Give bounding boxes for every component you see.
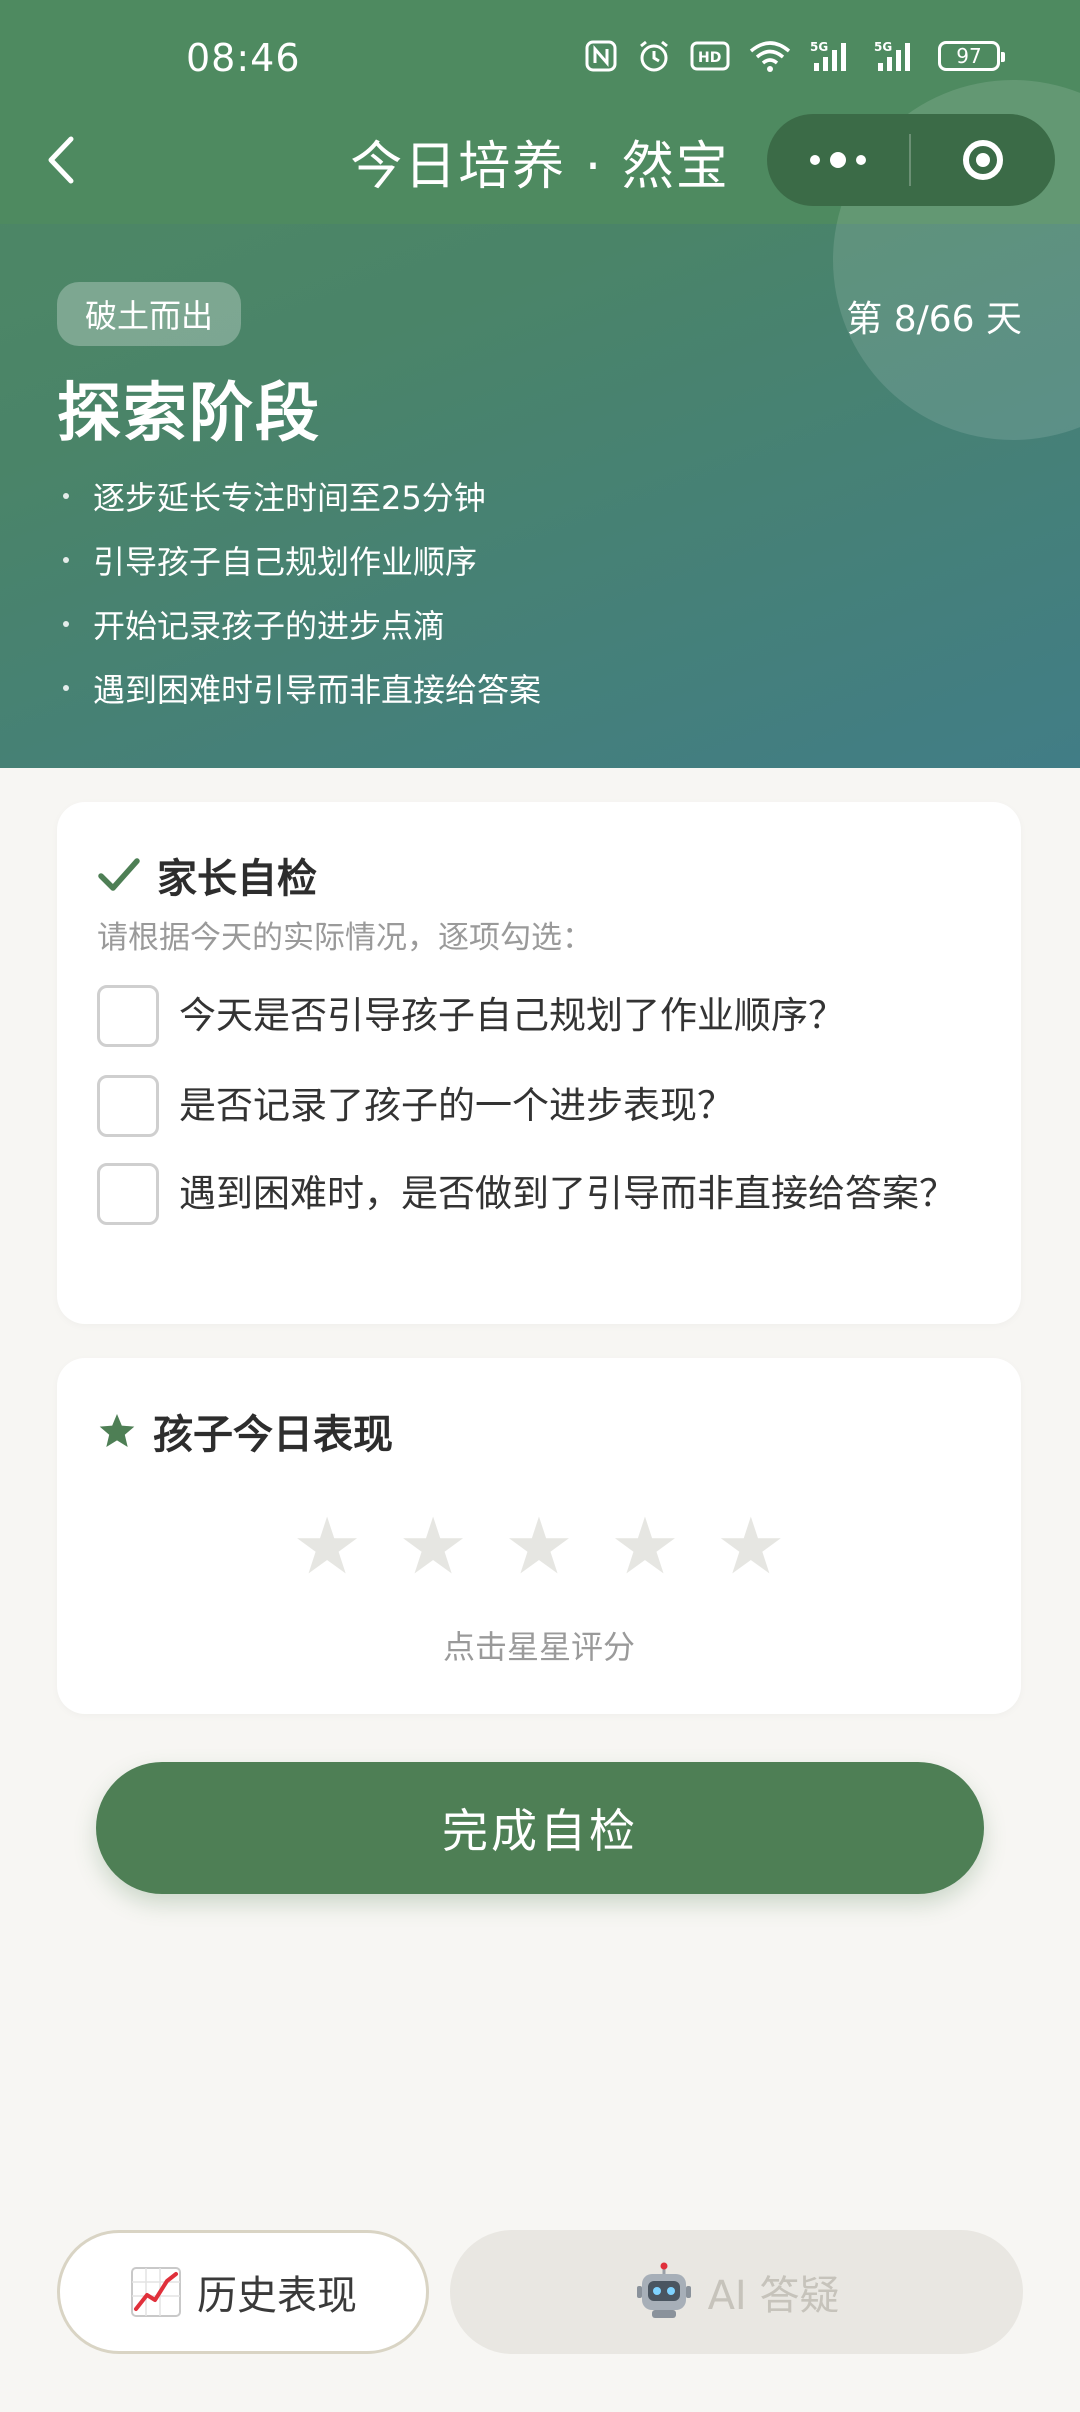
ai-button-label: AI 答疑 [707,2273,840,2319]
star-rating: ★ ★ ★ ★ ★ [57,1508,1021,1586]
svg-text:5G: 5G [810,40,828,54]
star-2-icon[interactable]: ★ [398,1508,468,1586]
close-button[interactable] [911,114,1055,206]
battery-level: 97 [956,44,982,68]
more-dot-right [856,155,866,165]
robot-icon [634,2262,694,2322]
day-counter: 第 8/66 天 [846,299,1022,340]
bullet-icon [63,493,69,499]
stage-title: 探索阶段 [57,377,321,451]
goal-item: 开始记录孩子的进步点滴 [57,592,541,656]
goal-text: 开始记录孩子的进步点滴 [93,607,446,645]
signal-5g-icon: 5G [810,40,846,71]
wifi-icon [749,41,791,72]
checkbox[interactable] [97,985,159,1047]
rating-header: 孩子今日表现 [97,1402,393,1460]
status-icons: HD 5G 5G 97 [584,38,1005,74]
complete-self-check-button[interactable]: 完成自检 [96,1762,984,1894]
rating-title: 孩子今日表现 [153,1412,393,1458]
star-3-icon[interactable]: ★ [504,1508,574,1586]
checkbox[interactable] [97,1163,159,1225]
alarm-icon [640,40,668,72]
history-button-label: 历史表现 [197,2273,357,2319]
star-4-icon[interactable]: ★ [610,1508,680,1586]
ai-qa-button[interactable]: AI 答疑 [450,2230,1023,2354]
star-icon [99,1414,135,1447]
signal-5g-icon-2: 5G [874,40,910,71]
checklist-item-label: 是否记录了孩子的一个进步表现？ [179,1084,734,1127]
svg-text:5G: 5G [874,40,892,54]
bullet-icon [63,685,69,691]
status-time: 08:46 [186,36,301,80]
self-check-title: 家长自检 [157,856,317,902]
stage-goals: 逐步延长专注时间至25分钟 引导孩子自己规划作业顺序 开始记录孩子的进步点滴 遇… [57,464,541,720]
goal-item: 逐步延长专注时间至25分钟 [57,464,541,528]
self-check-header: 家长自检 [97,846,317,904]
stage-badge: 破土而出 [57,282,242,346]
mini-program-close-icon [963,140,1003,180]
self-check-instruction: 请根据今天的实际情况，逐项勾选： [97,920,593,956]
svg-text:HD: HD [698,50,721,66]
goal-text: 遇到困难时引导而非直接给答案 [93,671,542,709]
stage-header: 08:46 HD 5G 5G 97 今日培养 · 然宝 破土而出 第 8/66 … [0,0,1080,768]
battery-icon: 97 [938,41,1005,71]
checklist-item[interactable]: 是否记录了孩子的一个进步表现？ [97,1075,977,1137]
goal-text: 逐步延长专注时间至25分钟 [93,479,486,517]
bullet-icon [63,621,69,627]
checkmark-icon [98,858,140,891]
mini-program-capsule [767,114,1055,206]
goal-text: 引导孩子自己规划作业顺序 [93,543,478,581]
self-check-card: 家长自检 请根据今天的实际情况，逐项勾选： 今天是否引导孩子自己规划了作业顺序？… [57,802,1021,1324]
checklist-item[interactable]: 遇到困难时，是否做到了引导而非直接给答案？ [97,1163,977,1225]
star-1-icon[interactable]: ★ [292,1508,362,1586]
more-dot-center [830,152,846,168]
goal-item: 遇到困难时引导而非直接给答案 [57,656,541,720]
checklist-item-label: 遇到困难时，是否做到了引导而非直接给答案？ [179,1172,956,1215]
nfc-icon [585,40,617,72]
rating-hint: 点击星星评分 [442,1628,635,1666]
goal-item: 引导孩子自己规划作业顺序 [57,528,541,592]
checklist-item[interactable]: 今天是否引导孩子自己规划了作业顺序？ [97,985,977,1047]
rating-card: 孩子今日表现 ★ ★ ★ ★ ★ 点击星星评分 [57,1358,1021,1714]
history-button[interactable]: 历史表现 [57,2230,429,2354]
chart-increasing-icon [129,2265,183,2319]
star-5-icon[interactable]: ★ [716,1508,786,1586]
checkbox[interactable] [97,1075,159,1137]
more-button[interactable] [767,114,909,206]
hd-icon: HD [690,41,730,71]
close-icon-dot [976,153,990,167]
bullet-icon [63,557,69,563]
checklist-item-label: 今天是否引导孩子自己规划了作业顺序？ [179,994,845,1037]
more-dots-icon [810,155,820,165]
